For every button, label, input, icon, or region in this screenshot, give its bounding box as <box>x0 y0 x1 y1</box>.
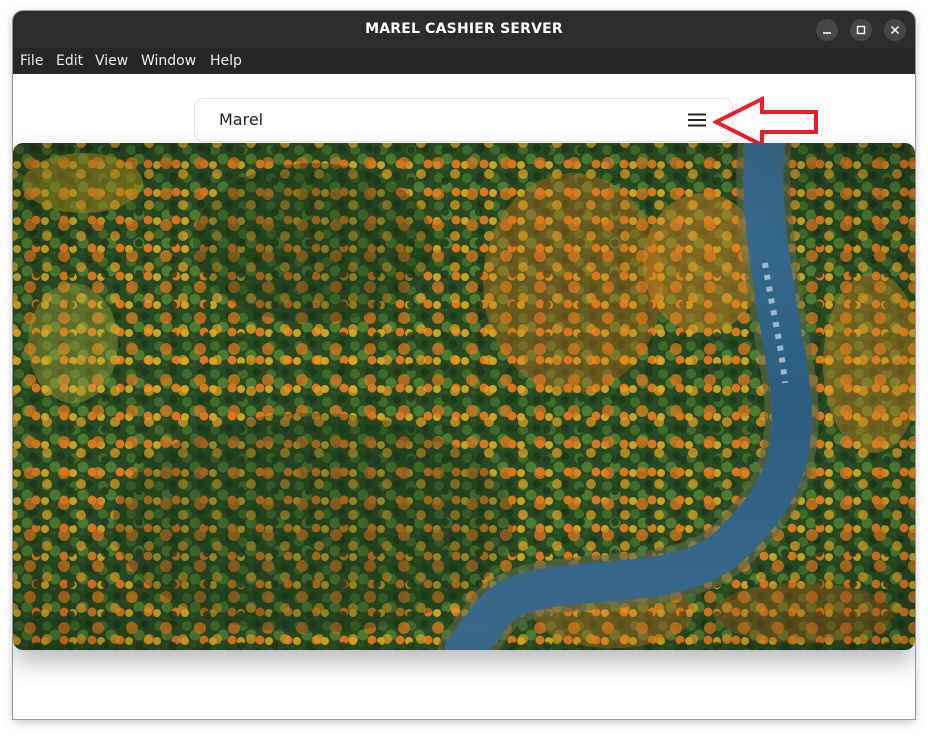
menu-help[interactable]: Help <box>210 48 242 74</box>
aerial-forest-river-image <box>13 143 915 650</box>
top-navbar: Marel <box>194 98 733 142</box>
maximize-icon <box>856 25 866 35</box>
maximize-button[interactable] <box>850 19 872 41</box>
menu-bar: File Edit View Window Help <box>13 48 915 74</box>
title-bar[interactable]: MAREL CASHIER SERVER <box>13 11 915 48</box>
navbar-brand[interactable]: Marel <box>219 99 263 141</box>
minimize-button[interactable] <box>816 19 838 41</box>
hero-image <box>13 143 915 650</box>
hamburger-menu-button[interactable] <box>686 111 708 129</box>
menu-view[interactable]: View <box>95 48 128 74</box>
close-icon <box>891 26 899 34</box>
window-title: MAREL CASHIER SERVER <box>365 21 563 37</box>
minimize-icon <box>823 32 831 34</box>
menu-edit[interactable]: Edit <box>56 48 83 74</box>
close-button[interactable] <box>884 19 906 41</box>
hamburger-menu-icon <box>688 113 706 127</box>
web-content: Marel <box>13 74 915 719</box>
menu-file[interactable]: File <box>20 48 43 74</box>
app-window: MAREL CASHIER SERVER File Edit View Wind… <box>13 11 915 719</box>
menu-window[interactable]: Window <box>141 48 196 74</box>
